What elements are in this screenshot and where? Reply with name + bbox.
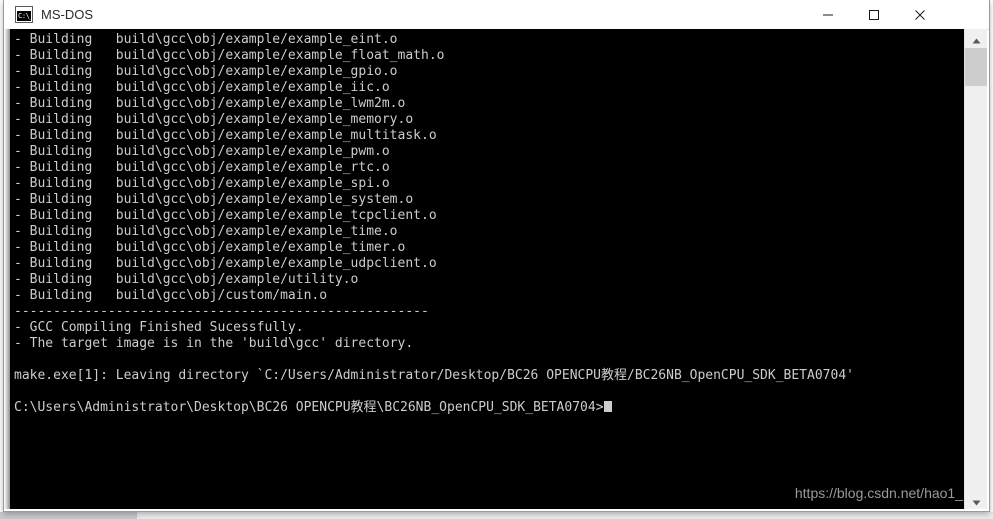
- ms-dos-console-window: C:\_ MS-DOS - Building build\gcc\obj/exa…: [3, 0, 990, 512]
- console-line: - Building build\gcc\obj/example/utility…: [14, 272, 359, 287]
- console-line: - GCC Compiling Finished Sucessfully.: [14, 320, 304, 335]
- console-line: - Building build\gcc\obj/example/example…: [14, 96, 406, 111]
- console-line: - Building build\gcc\obj/example/example…: [14, 224, 398, 239]
- console-line: C:\Users\Administrator\Desktop\BC26 OPEN…: [14, 400, 854, 416]
- minimize-icon: [823, 14, 833, 15]
- scroll-down-icon[interactable]: [965, 491, 987, 509]
- window-title: MS-DOS: [41, 7, 93, 22]
- console-line: make.exe[1]: Leaving directory `C:/Users…: [14, 368, 854, 383]
- console-line: - Building build\gcc\obj/example/example…: [14, 144, 390, 159]
- vertical-scrollbar[interactable]: [964, 29, 987, 509]
- console-line: ----------------------------------------…: [14, 304, 429, 319]
- close-icon: [915, 9, 925, 20]
- console-line: - The target image is in the 'build\gcc'…: [14, 336, 414, 351]
- maximize-button[interactable]: [851, 0, 897, 29]
- console-line: - Building build\gcc\obj/example/example…: [14, 192, 414, 207]
- console-icon: C:\_: [15, 6, 33, 23]
- scroll-up-icon[interactable]: [965, 29, 987, 47]
- desktop-strip: [0, 512, 993, 519]
- console-line: - Building build\gcc\obj/example/example…: [14, 64, 398, 79]
- console-line: - Building build\gcc\obj/example/example…: [14, 176, 390, 191]
- console-output-area[interactable]: - Building build\gcc\obj/example/example…: [10, 29, 967, 509]
- minimize-button[interactable]: [805, 0, 851, 29]
- console-line: - Building build\gcc\obj/example/example…: [14, 112, 414, 127]
- console-line: - Building build\gcc\obj/custom/main.o: [14, 288, 328, 303]
- text-cursor: [603, 401, 612, 412]
- console-text: - Building build\gcc\obj/example/example…: [14, 32, 854, 416]
- maximize-icon: [869, 9, 879, 20]
- watermark: https://blog.csdn.net/hao1_: [794, 485, 963, 501]
- desktop-strip-left: [0, 512, 137, 519]
- scroll-thumb[interactable]: [965, 48, 987, 86]
- console-line: - Building build\gcc\obj/example/example…: [14, 208, 437, 223]
- console-line: - Building build\gcc\obj/example/example…: [14, 240, 406, 255]
- title-bar[interactable]: C:\_ MS-DOS: [4, 0, 989, 30]
- console-line: - Building build\gcc\obj/example/example…: [14, 160, 390, 175]
- console-line: - Building build\gcc\obj/example/example…: [14, 32, 398, 47]
- close-button[interactable]: [897, 0, 943, 29]
- console-line: - Building build\gcc\obj/example/example…: [14, 128, 437, 143]
- console-line: - Building build\gcc\obj/example/example…: [14, 48, 445, 63]
- console-line: - Building build\gcc\obj/example/example…: [14, 80, 390, 95]
- console-icon-screen: C:\_: [17, 11, 31, 21]
- console-line: - Building build\gcc\obj/example/example…: [14, 256, 437, 271]
